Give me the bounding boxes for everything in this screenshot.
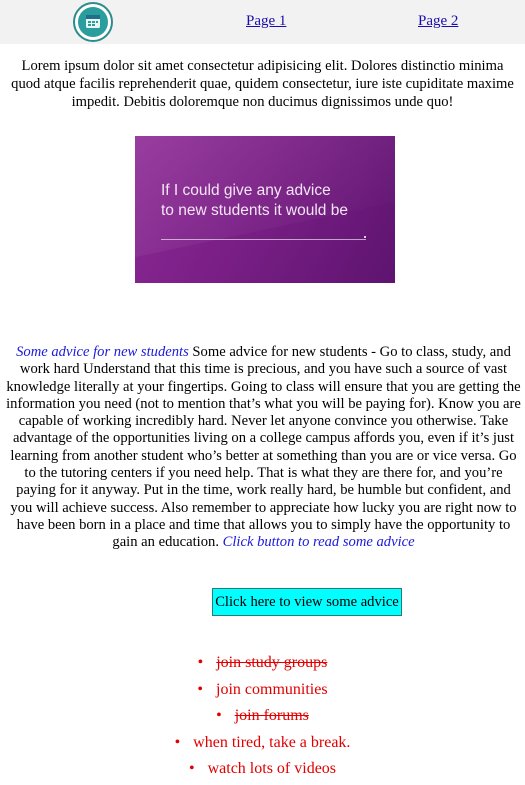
bullet-icon: • <box>174 733 181 751</box>
intro-paragraph: Lorem ipsum dolor sit amet consectetur a… <box>11 58 514 110</box>
bullet-icon: • <box>197 680 204 698</box>
tip-text: join study groups <box>216 654 328 671</box>
advice-lead: Some advice for new students <box>16 344 189 360</box>
list-item: • watch lots of videos <box>0 758 525 785</box>
list-item: • when tired, take a break. <box>0 732 525 759</box>
nav-link-page-2[interactable]: Page 2 <box>418 13 458 30</box>
banner-text: If I could give any advice to new studen… <box>161 181 381 221</box>
advice-tail: Click button to read some advice <box>222 534 415 551</box>
tip-text: join forums <box>234 707 309 724</box>
bullet-icon: • <box>188 760 195 777</box>
calendar-badge-icon[interactable] <box>71 0 115 44</box>
banner-underline <box>161 239 366 240</box>
tips-list: • join study groups • join communities • jo… <box>0 652 525 785</box>
list-item: • join forums <box>0 705 525 732</box>
top-nav: Page 1 Page 2 <box>0 0 525 44</box>
advice-body: Some advice for new students - Go to cla… <box>6 344 521 551</box>
list-item: • join study groups <box>0 652 525 679</box>
view-advice-button[interactable]: Click here to view some advice <box>212 588 402 616</box>
bullet-icon: • <box>216 707 222 724</box>
tip-text: join communities <box>216 680 328 698</box>
tip-text: watch lots of videos <box>207 760 337 777</box>
tip-text: when tired, take a break. <box>193 733 351 751</box>
banner-line-2: to new students it would be <box>161 202 348 219</box>
advice-banner-image: If I could give any advice to new studen… <box>135 136 395 283</box>
banner-line-1: If I could give any advice <box>161 182 331 199</box>
nav-link-page-1[interactable]: Page 1 <box>246 13 286 30</box>
banner-period <box>364 236 366 238</box>
advice-paragraph: Some advice for new students Some advice… <box>4 344 523 552</box>
bullet-icon: • <box>197 654 204 671</box>
list-item: • join communities <box>0 679 525 706</box>
